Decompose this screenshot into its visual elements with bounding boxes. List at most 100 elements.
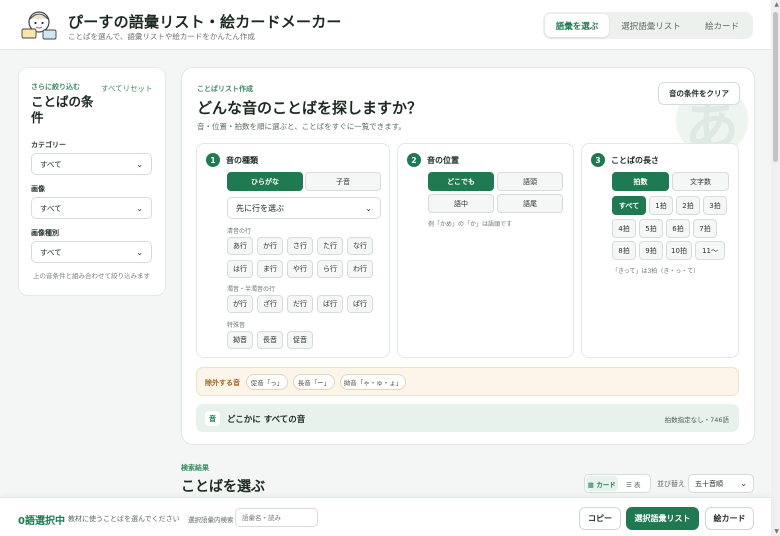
length-chip-5[interactable]: 5拍	[639, 219, 663, 238]
copy-button[interactable]: コピー	[579, 507, 621, 530]
scrollbar-thumb[interactable]	[773, 12, 778, 162]
length-chip-9[interactable]: 9拍	[639, 241, 663, 260]
sound-icon: 音	[205, 411, 220, 426]
app-header: ぴーすの語彙リスト・絵カードメーカー ことばを選んで、語彙リストや絵カードをかん…	[0, 0, 780, 50]
row-chip-za[interactable]: ざ行	[257, 295, 283, 313]
scroll-down-arrow-icon[interactable]: ▼	[774, 528, 779, 535]
length-chip-all[interactable]: すべて	[612, 196, 646, 215]
tab-picture-cards[interactable]: 絵カード	[693, 14, 751, 37]
filter-eyebrow: さらに絞り込む	[31, 83, 80, 91]
toggle-mora-count[interactable]: 拍数	[612, 172, 669, 191]
step-number-badge: 2	[407, 153, 421, 167]
search-summary-bar: 音 どこかに すべての音 拍数指定なし・746語	[196, 404, 739, 432]
selected-search-label: 選択語彙内検索	[188, 516, 234, 524]
filter-title: ことばの条件	[31, 94, 94, 125]
exclude-sounds-bar: 除外する音 促音「っ」 長音「ー」 拗音「ゃ・ゅ・ょ」	[196, 367, 739, 396]
image-type-select[interactable]: すべて ⌄	[31, 241, 152, 263]
position-medial[interactable]: 語中	[428, 194, 494, 213]
step-title: 音の種類	[226, 156, 258, 165]
step-title: ことばの長さ	[611, 156, 659, 165]
image-select[interactable]: すべて ⌄	[31, 197, 152, 219]
row-chip-sa[interactable]: さ行	[287, 237, 313, 255]
position-initial[interactable]: 語頭	[497, 172, 563, 191]
special-chip-chouon[interactable]: 長音	[257, 331, 283, 349]
row-chip-ka[interactable]: か行	[257, 237, 283, 255]
special-chip-youon[interactable]: 拗音	[227, 331, 253, 349]
clear-sound-conditions-button[interactable]: 音の条件をクリア	[658, 82, 740, 105]
row-chip-a[interactable]: あ行	[227, 237, 253, 255]
results-title: ことばを選ぶ	[181, 479, 265, 495]
step-word-length: 3 ことばの長さ 拍数 文字数 すべて 1拍 2拍 3拍 4拍 5拍 6拍 7拍…	[581, 143, 739, 358]
step-number-badge: 1	[206, 153, 220, 167]
selected-list-button[interactable]: 選択語彙リスト	[626, 507, 699, 530]
length-chip-4[interactable]: 4拍	[612, 219, 636, 238]
view-table-button[interactable]: ☰ 表	[618, 476, 650, 491]
step-sound-position: 2 音の位置 どこでも 語頭 語中 語尾 例「かめ」の「か」は語頭です	[397, 143, 574, 358]
image-label: 画像	[31, 185, 45, 193]
step-sound-type: 1 音の種類 ひらがな 子音 先に行を選ぶ ⌄ 清音の行 あ行 か行 さ行 た行…	[196, 143, 390, 358]
step-title: 音の位置	[427, 156, 459, 165]
page-scrollbar[interactable]: ▲ ▼	[771, 0, 780, 536]
sort-select[interactable]: 五十音順 ⌄	[688, 474, 754, 493]
row-select[interactable]: 先に行を選ぶ ⌄	[227, 197, 381, 219]
main-title: どんな音のことばを探しますか？	[197, 99, 423, 117]
row-chip-da[interactable]: だ行	[287, 295, 313, 313]
special-chip-sokuon[interactable]: 促音	[287, 331, 313, 349]
row-chip-ta[interactable]: た行	[317, 237, 343, 255]
selection-hint: 教材に使うことばを選んでください	[68, 515, 180, 523]
scroll-up-arrow-icon[interactable]: ▲	[774, 1, 779, 8]
row-chip-ha[interactable]: は行	[227, 260, 253, 278]
length-chip-1[interactable]: 1拍	[649, 196, 673, 215]
exclude-chip-youon[interactable]: 拗音「ゃ・ゅ・ょ」	[340, 374, 406, 390]
category-select[interactable]: すべて ⌄	[31, 153, 152, 175]
length-note: 「きって」は3拍（き・っ・て）	[612, 268, 700, 275]
chevron-down-icon: ⌄	[136, 159, 143, 169]
app-title: ぴーすの語彙リスト・絵カードメーカー	[68, 13, 342, 31]
length-chip-10[interactable]: 10拍	[666, 241, 692, 260]
tab-selected-list[interactable]: 選択語彙リスト	[609, 14, 693, 37]
image-value: すべて	[40, 203, 62, 213]
sort-value: 五十音順	[695, 479, 723, 488]
length-chip-7[interactable]: 7拍	[693, 219, 717, 238]
sort-label: 並び替え	[657, 480, 685, 488]
row-chip-ga[interactable]: が行	[227, 295, 253, 313]
exclude-label: 除外する音	[205, 379, 240, 387]
exclude-chip-chouon[interactable]: 長音「ー」	[293, 374, 335, 390]
row-chip-ba[interactable]: ば行	[317, 295, 343, 313]
group-label-dakuon: 濁音・半濁音の行	[227, 286, 276, 293]
chevron-down-icon: ⌄	[740, 479, 747, 488]
chevron-down-icon: ⌄	[136, 203, 143, 213]
row-chip-ma[interactable]: ま行	[257, 260, 283, 278]
row-chip-na[interactable]: な行	[347, 237, 373, 255]
position-anywhere[interactable]: どこでも	[428, 172, 494, 191]
reset-all-link[interactable]: すべてリセット	[101, 83, 157, 95]
main-eyebrow: ことばリスト作成	[197, 85, 253, 93]
position-final[interactable]: 語尾	[497, 194, 563, 213]
picture-cards-button[interactable]: 絵カード	[705, 507, 754, 530]
length-chip-6[interactable]: 6拍	[666, 219, 690, 238]
selection-bottom-bar: 0語選択中 教材に使うことばを選んでください 選択語彙内検索 コピー 選択語彙リ…	[0, 497, 771, 536]
group-label-seion: 清音の行	[227, 228, 252, 235]
tab-select-words[interactable]: 語彙を選ぶ	[545, 14, 609, 37]
exclude-chip-sokuon[interactable]: 促音「っ」	[246, 374, 288, 390]
toggle-char-count[interactable]: 文字数	[672, 172, 729, 191]
image-type-value: すべて	[40, 247, 62, 257]
length-chip-8[interactable]: 8拍	[612, 241, 636, 260]
row-chip-pa[interactable]: ぱ行	[347, 295, 373, 313]
app-subtitle: ことばを選んで、語彙リストや絵カードをかんたん作成	[68, 32, 255, 41]
length-chip-2[interactable]: 2拍	[676, 196, 700, 215]
top-tab-group: 語彙を選ぶ 選択語彙リスト 絵カード	[543, 12, 753, 39]
sound-search-card: あ ことばリスト作成 どんな音のことばを探しますか？ 音・位置・拍数を順に選ぶと…	[181, 67, 755, 445]
length-chip-11-plus[interactable]: 11〜	[695, 241, 725, 260]
toggle-consonant[interactable]: 子音	[305, 172, 381, 191]
row-chip-ra[interactable]: ら行	[317, 260, 343, 278]
selected-search-input[interactable]	[235, 508, 318, 527]
toggle-hiragana[interactable]: ひらがな	[227, 172, 303, 191]
length-chip-3[interactable]: 3拍	[703, 196, 727, 215]
category-label: カテゴリー	[31, 141, 66, 149]
main-description: 音・位置・拍数を順に選ぶと、ことばをすぐに一覧できます。	[197, 122, 406, 131]
row-chip-wa[interactable]: わ行	[347, 260, 373, 278]
category-value: すべて	[40, 159, 62, 169]
row-chip-ya[interactable]: や行	[287, 260, 313, 278]
view-card-button[interactable]: ▦ カード	[586, 476, 618, 491]
